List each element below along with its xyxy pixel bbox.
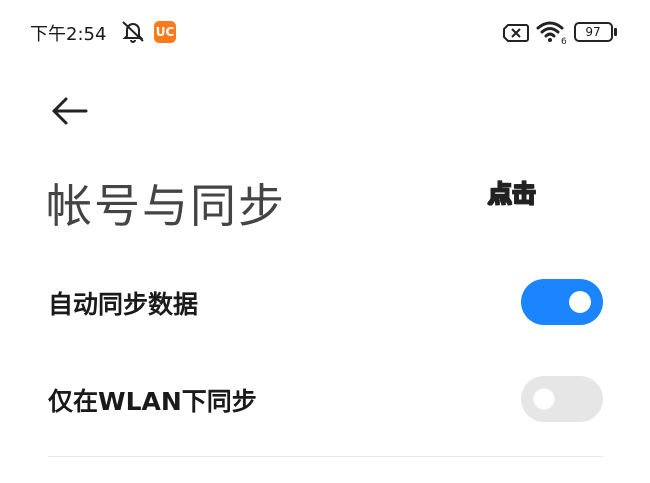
svg-text:6: 6 (561, 37, 567, 45)
battery-level: 97 (585, 25, 601, 39)
tap-hint-annotation: 点击 (487, 179, 537, 209)
account-sync-screen: 下午2:54 UC 6 97 帐号与同步 点击 自动同步数据 仅在WLAN下同步 (0, 0, 650, 483)
uc-app-badge-icon: UC (154, 21, 176, 43)
setting-label: 自动同步数据 (48, 290, 199, 319)
status-bar: 下午2:54 UC 6 97 (0, 0, 650, 62)
divider (48, 456, 603, 457)
auto-sync-toggle[interactable] (521, 279, 603, 325)
wlan-only-sync-toggle[interactable] (521, 376, 603, 422)
status-time: 下午2:54 (30, 24, 107, 45)
setting-auto-sync[interactable]: 自动同步数据 (0, 257, 650, 347)
setting-wlan-only-sync[interactable]: 仅在WLAN下同步 (0, 354, 650, 444)
back-button[interactable] (46, 92, 94, 130)
toggle-knob (533, 388, 555, 410)
sim-x-icon (503, 24, 529, 42)
wifi-icon: 6 (536, 21, 567, 45)
bell-off-icon (122, 21, 144, 43)
arrow-left-icon (52, 97, 88, 125)
setting-label: 仅在WLAN下同步 (48, 387, 257, 416)
toggle-knob (569, 291, 591, 313)
page-title: 帐号与同步 (46, 179, 286, 233)
